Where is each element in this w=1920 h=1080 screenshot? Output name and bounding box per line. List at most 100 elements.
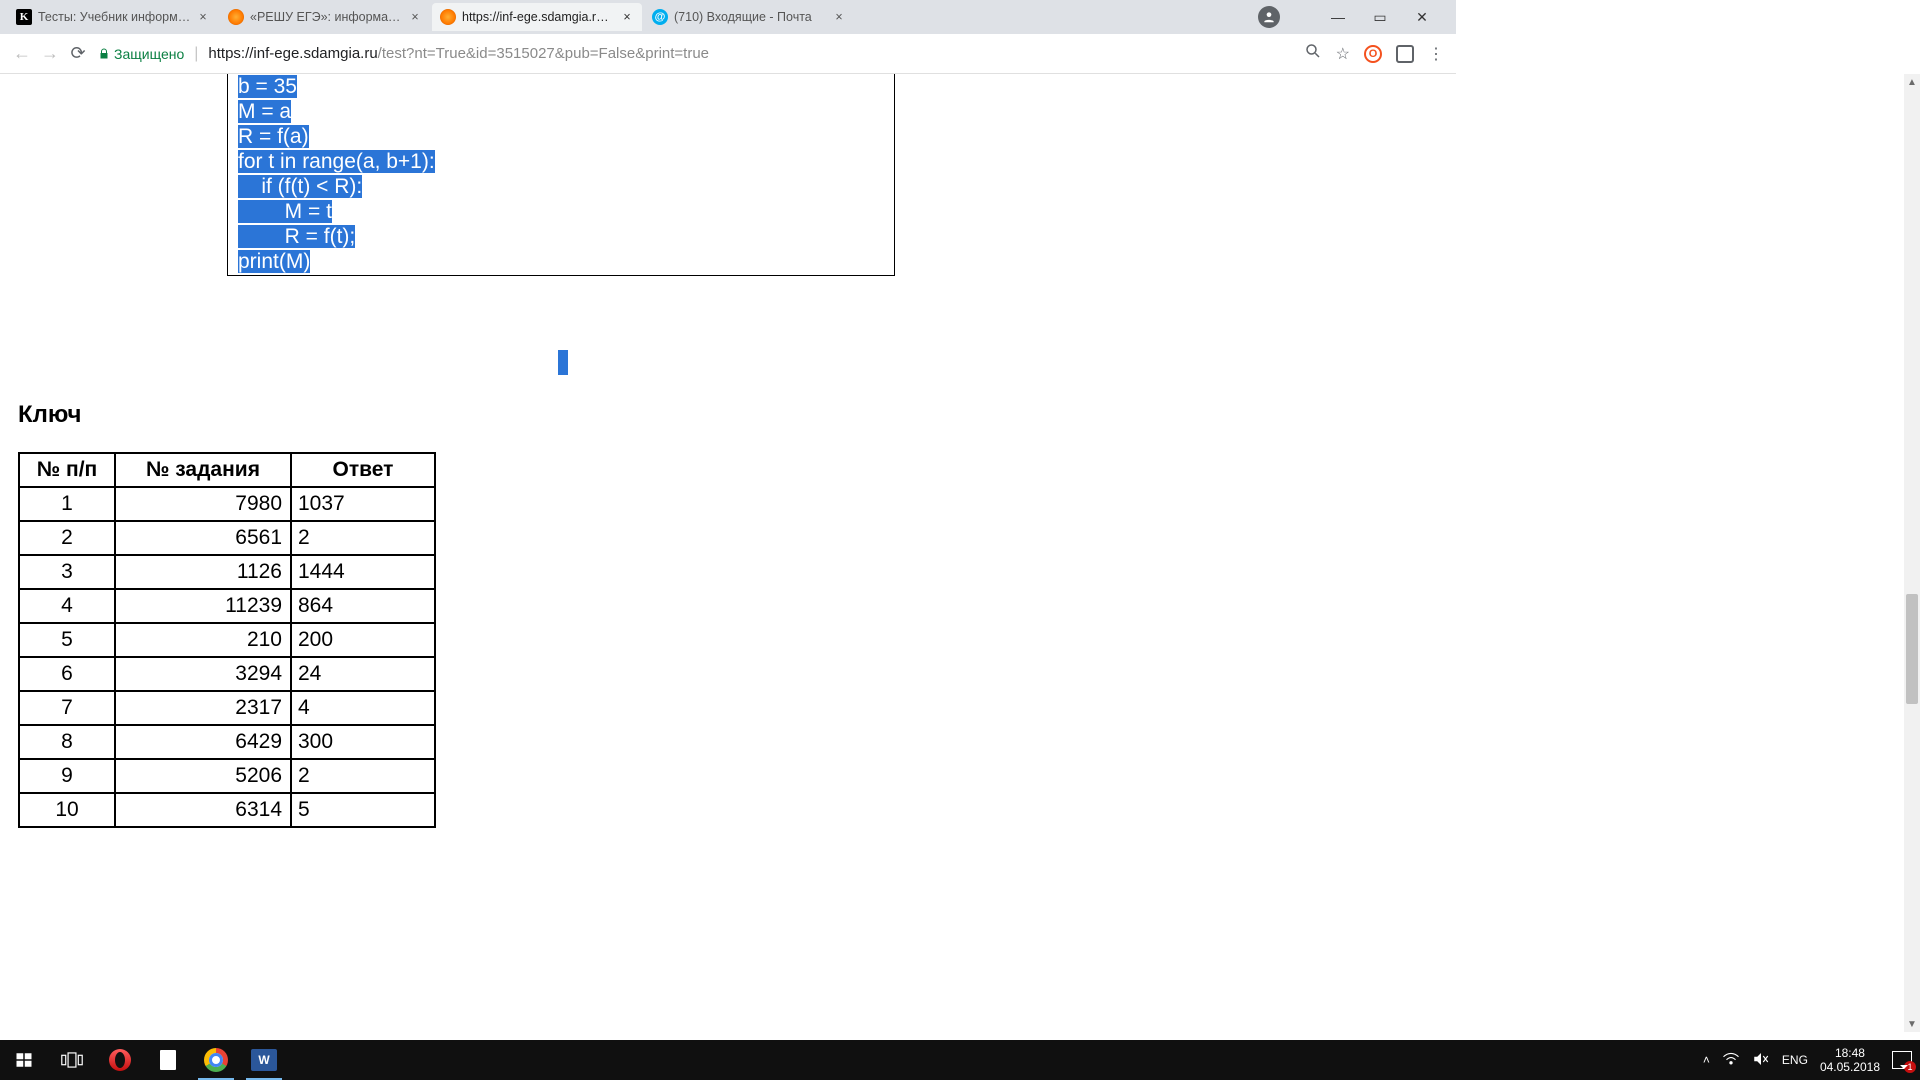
table-row: 179801037 (19, 487, 435, 521)
cell-answer: 864 (291, 589, 435, 623)
cell-task: 11239 (115, 589, 291, 623)
cell-answer: 24 (291, 657, 435, 691)
task-view-button[interactable] (48, 1040, 96, 1080)
cell-task: 7980 (115, 487, 291, 521)
taskbar-chrome[interactable] (192, 1040, 240, 1080)
tray-time: 18:48 (1820, 1046, 1880, 1060)
tray-language[interactable]: ENG (1782, 1053, 1808, 1067)
omnibox-icons: ☆ O ⋮ (1304, 42, 1444, 65)
taskbar-word[interactable]: W (240, 1040, 288, 1080)
favicon-sun-icon (228, 9, 244, 25)
tab-close-icon[interactable]: × (196, 10, 210, 24)
extension-icon[interactable] (1396, 45, 1414, 63)
cell-number: 4 (19, 589, 115, 623)
cell-answer: 1444 (291, 555, 435, 589)
tab-3[interactable]: (710) Входящие - Почта × (644, 3, 854, 31)
code-line: M = a (238, 100, 291, 123)
cell-answer: 2 (291, 521, 435, 555)
tray-clock[interactable]: 18:48 04.05.2018 (1820, 1046, 1880, 1074)
address-bar: ← → ⟳ Защищено | https://inf-ege.sdamgia… (0, 34, 1456, 74)
table-row: 411239864 (19, 589, 435, 623)
notification-badge: 1 (1904, 1061, 1916, 1073)
window-maximize-button[interactable]: ▭ (1364, 9, 1396, 26)
forward-button[interactable]: → (36, 40, 64, 68)
volume-muted-icon[interactable] (1752, 1051, 1770, 1070)
scrollbar-thumb[interactable] (1906, 594, 1918, 704)
window-close-button[interactable]: ✕ (1406, 9, 1438, 26)
cell-number: 7 (19, 691, 115, 725)
cell-number: 8 (19, 725, 115, 759)
code-line: b = 35 (238, 75, 297, 98)
cell-task: 5206 (115, 759, 291, 793)
favicon-k-icon: K (16, 9, 32, 25)
cell-number: 5 (19, 623, 115, 657)
code-line: M = t (238, 200, 332, 223)
start-button[interactable] (0, 1040, 48, 1080)
tab-title: https://inf-ege.sdamgia.r… (462, 10, 616, 24)
vertical-scrollbar[interactable]: ▲ ▼ (1904, 74, 1920, 1032)
window-controls: — ▭ ✕ (1258, 0, 1456, 34)
th-task: № задания (115, 453, 291, 487)
code-box[interactable]: b = 35 M = a R = f(a) for t in range(a, … (227, 74, 895, 276)
cell-answer: 2 (291, 759, 435, 793)
favicon-mail-icon (652, 9, 668, 25)
system-tray: ˄ ENG 18:48 04.05.2018 1 (1703, 1046, 1920, 1074)
back-button[interactable]: ← (8, 40, 36, 68)
tab-title: Тесты: Учебник информ… (38, 10, 192, 24)
action-center-icon[interactable]: 1 (1892, 1051, 1912, 1069)
window-minimize-button[interactable]: — (1322, 9, 1354, 25)
wifi-icon[interactable] (1722, 1052, 1740, 1069)
tab-strip: K Тесты: Учебник информ… × «РЕШУ ЕГЭ»: и… (0, 0, 1456, 34)
opera-icon (109, 1049, 131, 1071)
lock-icon (98, 47, 110, 61)
answer-key-table: № п/п № задания Ответ 179801037265612311… (18, 452, 436, 828)
cell-task: 6561 (115, 521, 291, 555)
cell-answer: 1037 (291, 487, 435, 521)
url-text: https://inf-ege.sdamgia.ru/test?nt=True&… (208, 45, 709, 62)
windows-taskbar: W ˄ ENG 18:48 04.05.2018 1 (0, 1040, 1920, 1080)
zoom-icon[interactable] (1304, 42, 1322, 65)
scroll-up-icon[interactable]: ▲ (1904, 74, 1920, 90)
scroll-down-icon[interactable]: ▼ (1904, 1016, 1920, 1032)
opera-extension-icon[interactable]: O (1364, 45, 1382, 63)
cell-answer: 200 (291, 623, 435, 657)
file-icon (160, 1050, 176, 1070)
code-line: if (f(t) < R): (238, 175, 362, 198)
table-row: 952062 (19, 759, 435, 793)
secure-chip[interactable]: Защищено (98, 46, 184, 62)
tab-close-icon[interactable]: × (408, 10, 422, 24)
th-answer: Ответ (291, 453, 435, 487)
omnibox[interactable]: Защищено | https://inf-ege.sdamgia.ru/te… (98, 40, 1298, 68)
cell-task: 210 (115, 623, 291, 657)
tray-expand-icon[interactable]: ˄ (1703, 1053, 1710, 1067)
tab-title: «РЕШУ ЕГЭ»: информати… (250, 10, 404, 24)
tab-1[interactable]: «РЕШУ ЕГЭ»: информати… × (220, 3, 430, 31)
chrome-menu-button[interactable]: ⋮ (1428, 44, 1444, 64)
favicon-sun-icon (440, 9, 456, 25)
cell-answer: 5 (291, 793, 435, 827)
tab-0[interactable]: K Тесты: Учебник информ… × (8, 3, 218, 31)
taskbar-opera[interactable] (96, 1040, 144, 1080)
tab-close-icon[interactable]: × (620, 10, 634, 24)
profile-avatar-icon[interactable] (1258, 6, 1280, 28)
cell-answer: 300 (291, 725, 435, 759)
tab-2[interactable]: https://inf-ege.sdamgia.r… × (432, 3, 642, 31)
tray-date: 04.05.2018 (1820, 1060, 1880, 1074)
code-line: R = f(t); (238, 225, 355, 248)
tab-close-icon[interactable]: × (832, 10, 846, 24)
chrome-icon (204, 1048, 228, 1072)
page-viewport[interactable]: b = 35 M = a R = f(a) for t in range(a, … (0, 74, 1904, 1032)
cell-number: 9 (19, 759, 115, 793)
tab-title: (710) Входящие - Почта (674, 10, 828, 24)
reload-button[interactable]: ⟳ (64, 40, 92, 68)
key-heading: Ключ (18, 401, 81, 429)
bookmark-star-icon[interactable]: ☆ (1336, 44, 1350, 64)
cell-number: 10 (19, 793, 115, 827)
selection-cursor (558, 350, 568, 375)
cell-number: 2 (19, 521, 115, 555)
table-row: 265612 (19, 521, 435, 555)
cell-task: 1126 (115, 555, 291, 589)
cell-number: 1 (19, 487, 115, 521)
table-row: 1063145 (19, 793, 435, 827)
taskbar-file[interactable] (144, 1040, 192, 1080)
